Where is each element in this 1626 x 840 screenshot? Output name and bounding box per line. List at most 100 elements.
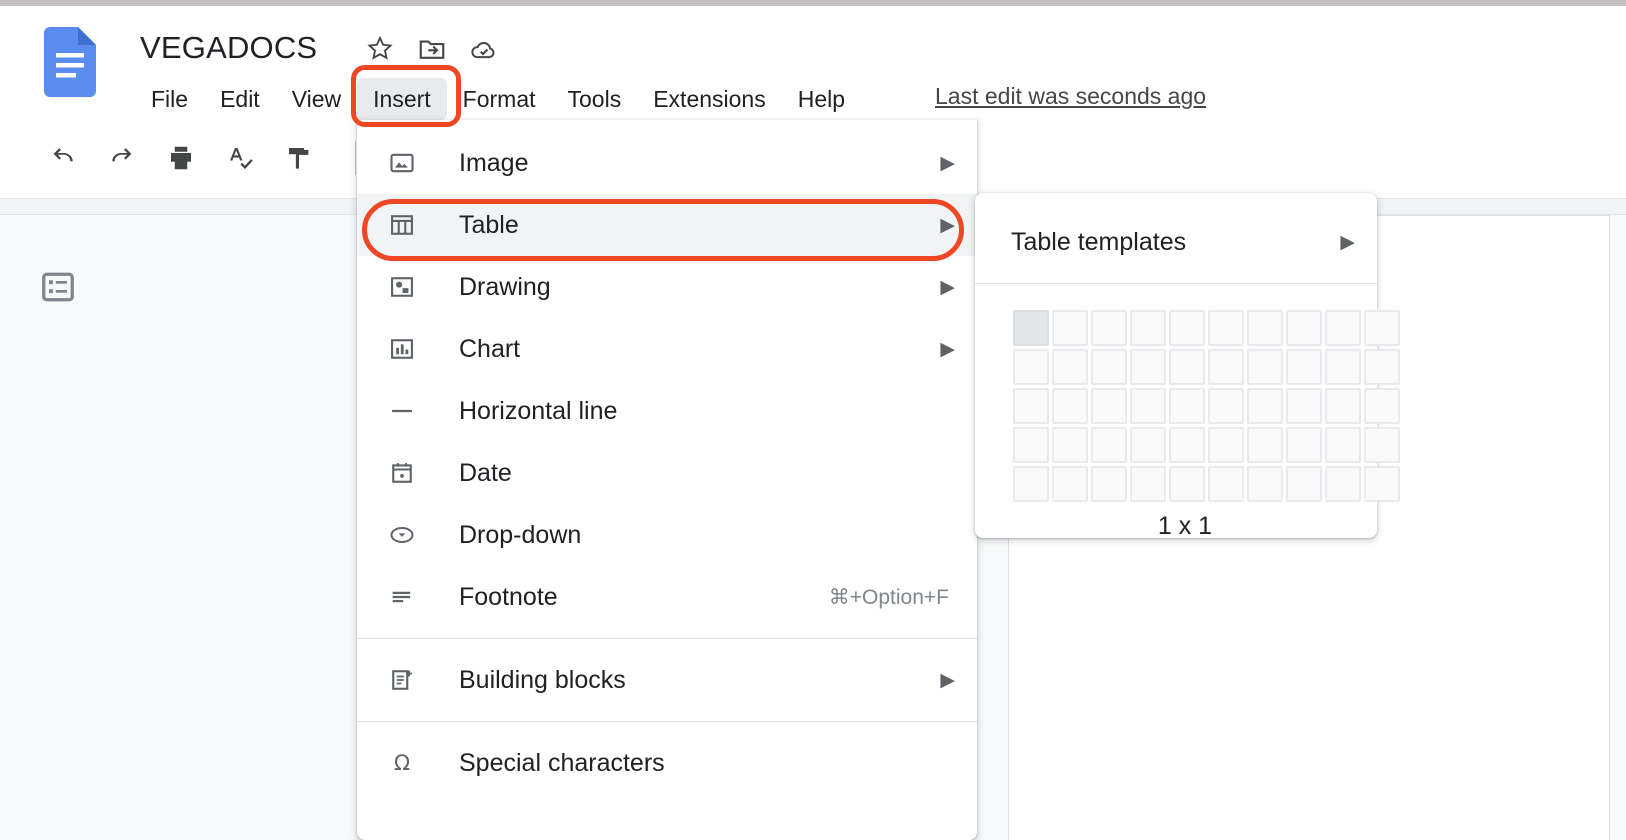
table-size-cell[interactable]: [1247, 310, 1283, 346]
table-size-cell[interactable]: [1013, 388, 1049, 424]
table-size-cell[interactable]: [1364, 388, 1400, 424]
table-size-cell[interactable]: [1130, 388, 1166, 424]
table-size-cell[interactable]: [1325, 466, 1361, 502]
table-size-cell[interactable]: [1364, 310, 1400, 346]
table-size-cell[interactable]: [1169, 310, 1205, 346]
table-size-cell[interactable]: [1247, 349, 1283, 385]
insert-menu-item-special-characters[interactable]: Ω Special characters: [357, 732, 977, 794]
table-size-cell[interactable]: [1052, 349, 1088, 385]
table-size-cell[interactable]: [1013, 427, 1049, 463]
undo-icon[interactable]: [48, 143, 78, 173]
insert-menu-item-building-blocks[interactable]: Building blocks ▶: [357, 649, 977, 711]
table-size-cell[interactable]: [1364, 427, 1400, 463]
menu-file[interactable]: File: [135, 78, 204, 120]
horizontal-line-icon: [385, 394, 419, 428]
docs-header: VEGADOCS File Edit View Insert Format To…: [0, 6, 1626, 123]
menu-tools[interactable]: Tools: [552, 78, 638, 120]
calendar-icon: [385, 456, 419, 490]
table-size-cell[interactable]: [1208, 388, 1244, 424]
table-size-cell[interactable]: [1325, 427, 1361, 463]
spellcheck-icon[interactable]: [225, 143, 255, 173]
drawing-icon: [385, 270, 419, 304]
table-size-picker[interactable]: 1 x 1: [975, 284, 1400, 541]
table-size-cell[interactable]: [1169, 349, 1205, 385]
table-size-cell[interactable]: [1208, 466, 1244, 502]
dropdown-icon: [385, 518, 419, 552]
table-size-cell[interactable]: [1052, 388, 1088, 424]
submenu-arrow-icon: ▶: [940, 214, 955, 236]
insert-menu-item-footnote[interactable]: Footnote ⌘+Option+F: [357, 566, 977, 628]
table-size-cell[interactable]: [1013, 349, 1049, 385]
document-outline-icon[interactable]: [40, 269, 76, 305]
table-size-cell[interactable]: [1286, 466, 1322, 502]
docs-file-icon[interactable]: [44, 27, 96, 97]
table-size-cell[interactable]: [1208, 427, 1244, 463]
table-templates-item[interactable]: Table templates ▶: [975, 211, 1377, 273]
table-size-cell[interactable]: [1013, 310, 1049, 346]
last-edit-status[interactable]: Last edit was seconds ago: [935, 83, 1206, 110]
table-size-cell[interactable]: [1091, 349, 1127, 385]
table-size-cell[interactable]: [1364, 349, 1400, 385]
omega-icon: Ω: [385, 746, 419, 780]
insert-menu-item-drawing-label: Drawing: [459, 272, 551, 301]
insert-menu-item-date-label: Date: [459, 458, 512, 487]
table-size-cell[interactable]: [1247, 427, 1283, 463]
insert-menu-button[interactable]: Insert: [357, 78, 447, 120]
table-size-cell[interactable]: [1247, 466, 1283, 502]
table-size-cell[interactable]: [1091, 388, 1127, 424]
menu-extensions[interactable]: Extensions: [637, 78, 782, 120]
insert-menu-item-image[interactable]: Image ▶: [357, 132, 977, 194]
table-size-cell[interactable]: [1325, 388, 1361, 424]
menu-edit[interactable]: Edit: [204, 78, 276, 120]
submenu-arrow-icon: ▶: [940, 276, 955, 298]
table-size-cell[interactable]: [1286, 388, 1322, 424]
menu-help[interactable]: Help: [782, 78, 861, 120]
table-size-cell[interactable]: [1091, 427, 1127, 463]
table-size-cell[interactable]: [1286, 427, 1322, 463]
table-submenu-panel: Table templates ▶ 1 x 1: [975, 193, 1400, 541]
table-size-cell[interactable]: [1052, 310, 1088, 346]
submenu-arrow-icon: ▶: [940, 338, 955, 360]
table-size-label: 1 x 1: [1157, 512, 1213, 540]
paint-format-icon[interactable]: [284, 143, 314, 173]
table-size-cell[interactable]: [1208, 310, 1244, 346]
table-size-grid[interactable]: [1013, 310, 1400, 502]
table-size-cell[interactable]: [1286, 310, 1322, 346]
table-size-cell[interactable]: [1169, 388, 1205, 424]
table-size-cell[interactable]: [1169, 427, 1205, 463]
document-title[interactable]: VEGADOCS: [140, 30, 317, 66]
toolbar-left-group: [48, 141, 368, 175]
menu-format[interactable]: Format: [447, 78, 552, 120]
move-folder-icon[interactable]: [417, 34, 447, 64]
table-size-cell[interactable]: [1325, 349, 1361, 385]
print-icon[interactable]: [166, 143, 196, 173]
table-size-cell[interactable]: [1169, 466, 1205, 502]
table-size-cell[interactable]: [1130, 466, 1166, 502]
insert-menu-item-date[interactable]: Date: [357, 442, 977, 504]
table-size-cell[interactable]: [1091, 466, 1127, 502]
building-blocks-icon: [385, 663, 419, 697]
table-size-cell[interactable]: [1364, 466, 1400, 502]
insert-menu-item-table[interactable]: Table ▶: [357, 194, 977, 256]
menu-view[interactable]: View: [276, 78, 357, 120]
star-icon[interactable]: [365, 34, 395, 64]
table-size-cell[interactable]: [1052, 466, 1088, 502]
table-size-cell[interactable]: [1130, 310, 1166, 346]
redo-icon[interactable]: [107, 143, 137, 173]
table-size-cell[interactable]: [1091, 310, 1127, 346]
table-size-cell[interactable]: [1325, 310, 1361, 346]
toolbar-divider: [355, 141, 356, 175]
table-size-cell[interactable]: [1286, 349, 1322, 385]
table-size-cell[interactable]: [1130, 427, 1166, 463]
insert-menu-item-horizontal-line[interactable]: Horizontal line: [357, 380, 977, 442]
table-size-cell[interactable]: [1052, 427, 1088, 463]
table-size-cell[interactable]: [1208, 349, 1244, 385]
insert-menu-item-dropdown[interactable]: Drop-down: [357, 504, 977, 566]
insert-menu-item-drawing[interactable]: Drawing ▶: [357, 256, 977, 318]
cloud-saved-icon[interactable]: [469, 34, 499, 64]
insert-menu-item-chart[interactable]: Chart ▶: [357, 318, 977, 380]
menu-divider-2: [357, 721, 977, 722]
table-size-cell[interactable]: [1247, 388, 1283, 424]
table-size-cell[interactable]: [1130, 349, 1166, 385]
table-size-cell[interactable]: [1013, 466, 1049, 502]
